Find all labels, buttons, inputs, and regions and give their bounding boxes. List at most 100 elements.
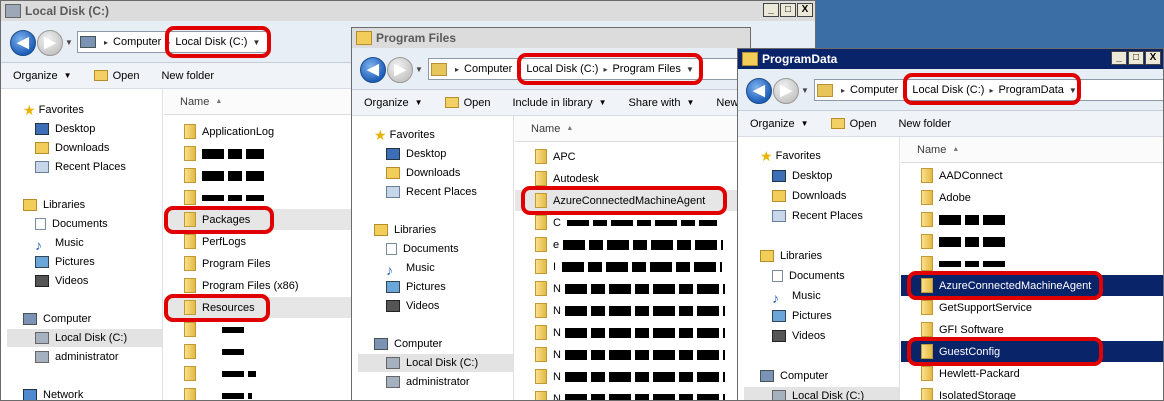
nav-downloads[interactable]: Downloads [386, 164, 460, 182]
nav-pictures[interactable]: Pictures [386, 278, 446, 296]
nav-music[interactable]: ♪ Music [35, 234, 84, 253]
new-folder-button[interactable]: New folder [161, 70, 214, 82]
file-row[interactable]: APC [515, 146, 750, 167]
open-button[interactable]: Open [444, 97, 490, 109]
file-row-redacted[interactable] [901, 231, 1163, 252]
history-dropdown-icon[interactable]: ▼ [65, 38, 73, 47]
file-row-redacted[interactable] [901, 209, 1163, 230]
file-row[interactable]: AADConnect [901, 165, 1163, 186]
back-arrow-icon[interactable]: ◀ [360, 57, 386, 83]
history-dropdown-icon[interactable]: ▼ [801, 86, 809, 95]
nav-documents[interactable]: Documents [35, 215, 108, 233]
nav-local-disk[interactable]: Local Disk (C:) [744, 387, 899, 400]
file-row-redacted[interactable]: N [515, 344, 750, 365]
file-row[interactable]: Hewlett-Packard [901, 363, 1163, 384]
redaction-mark [564, 305, 725, 316]
minimize-button[interactable]: _ [1111, 51, 1127, 65]
videos-icon [35, 275, 49, 287]
nav-administrator[interactable]: administrator [35, 348, 119, 366]
nav-recent-places[interactable]: Recent Places [35, 158, 126, 176]
nav-recent-places[interactable]: Recent Places [772, 207, 863, 225]
title-bar[interactable]: Local Disk (C:) _ □ X [1, 1, 815, 21]
back-arrow-icon[interactable]: ◀ [746, 78, 772, 104]
breadcrumb-computer[interactable]: Computer [464, 63, 512, 75]
nav-local-disk[interactable]: Local Disk (C:) [358, 354, 513, 372]
nav-administrator[interactable]: administrator [386, 373, 470, 391]
title-bar[interactable]: Program Files [352, 28, 750, 48]
forward-arrow-icon[interactable]: ▶ [773, 78, 799, 104]
nav-music[interactable]: ♪ Music [772, 287, 821, 306]
new-folder-button[interactable]: New [716, 97, 738, 109]
nav-favorites[interactable]: ★ Favorites [760, 147, 821, 165]
organize-button[interactable]: Organize ▼ [364, 97, 423, 109]
nav-computer[interactable]: Computer [374, 335, 442, 353]
back-arrow-icon[interactable]: ◀ [10, 30, 36, 56]
close-button[interactable]: X [797, 3, 813, 17]
breadcrumb-computer[interactable]: Computer [113, 36, 161, 48]
redaction-mark [202, 148, 264, 159]
nav-downloads[interactable]: Downloads [35, 139, 109, 157]
nav-local-disk[interactable]: Local Disk (C:) [7, 329, 162, 347]
nav-computer[interactable]: Computer [23, 310, 91, 328]
file-row[interactable]: GetSupportService [901, 297, 1163, 318]
redaction-mark [202, 194, 264, 201]
file-row[interactable]: IsolatedStorage [901, 385, 1163, 400]
nav-videos[interactable]: Videos [772, 327, 825, 345]
address-row: ◀ ▶ ▼ ▸ Computer ▸ Local Disk (C:) ▸ Pro… [738, 69, 1163, 111]
share-with-button[interactable]: Share with ▼ [629, 97, 695, 109]
open-button[interactable]: Open [93, 70, 139, 82]
nav-downloads[interactable]: Downloads [772, 187, 846, 205]
highlight-box [521, 186, 727, 215]
maximize-button[interactable]: □ [1128, 51, 1144, 65]
nav-videos[interactable]: Videos [386, 297, 439, 315]
nav-documents[interactable]: Documents [772, 267, 845, 285]
column-header-name[interactable]: Name ▲ [515, 116, 750, 142]
file-row-redacted[interactable]: N [515, 388, 750, 400]
nav-computer[interactable]: Computer [760, 367, 828, 385]
minimize-button[interactable]: _ [763, 3, 779, 17]
nav-desktop[interactable]: Desktop [35, 120, 95, 138]
videos-icon [386, 300, 400, 312]
nav-favorites[interactable]: ★ Favorites [374, 126, 435, 144]
file-row-redacted[interactable]: N [515, 278, 750, 299]
history-dropdown-icon[interactable]: ▼ [415, 65, 423, 74]
nav-libraries[interactable]: Libraries [23, 196, 85, 214]
column-header-name[interactable]: Name ▲ [901, 137, 1163, 163]
file-row-redacted[interactable]: N [515, 300, 750, 321]
folder-icon [921, 168, 933, 183]
organize-button[interactable]: Organize ▼ [13, 70, 72, 82]
file-row-redacted[interactable]: e [515, 234, 750, 255]
forward-arrow-icon[interactable]: ▶ [387, 57, 413, 83]
folder-icon [184, 278, 196, 293]
nav-pictures[interactable]: Pictures [772, 307, 832, 325]
nav-videos[interactable]: Videos [35, 272, 88, 290]
nav-libraries[interactable]: Libraries [374, 221, 436, 239]
nav-recent-places[interactable]: Recent Places [386, 183, 477, 201]
nav-favorites[interactable]: ★ Favorites [23, 101, 84, 119]
file-row-redacted[interactable]: N [515, 366, 750, 387]
file-row-redacted[interactable]: C [515, 212, 750, 233]
new-folder-button[interactable]: New folder [898, 118, 951, 130]
computer-icon [23, 313, 37, 325]
open-button[interactable]: Open [830, 118, 876, 130]
nav-network[interactable]: Network [23, 386, 83, 400]
file-row-redacted[interactable]: N [515, 322, 750, 343]
forward-arrow-icon[interactable]: ▶ [37, 30, 63, 56]
breadcrumb-separator: ▸ [104, 37, 109, 47]
nav-desktop[interactable]: Desktop [386, 145, 446, 163]
maximize-button[interactable]: □ [780, 3, 796, 17]
nav-documents[interactable]: Documents [386, 240, 459, 258]
file-row[interactable]: Adobe [901, 187, 1163, 208]
include-in-library-button[interactable]: Include in library ▼ [512, 97, 606, 109]
downloads-folder-icon [772, 190, 786, 202]
breadcrumb-computer[interactable]: Computer [850, 84, 898, 96]
nav-desktop[interactable]: Desktop [772, 167, 832, 185]
nav-music[interactable]: ♪ Music [386, 259, 435, 278]
nav-pictures[interactable]: Pictures [35, 253, 95, 271]
organize-button[interactable]: Organize ▼ [750, 118, 809, 130]
file-row-redacted[interactable]: I [515, 256, 750, 277]
folder-icon [535, 149, 547, 164]
title-bar[interactable]: ProgramData _ □ X [738, 49, 1163, 69]
nav-libraries[interactable]: Libraries [760, 247, 822, 265]
close-button[interactable]: X [1145, 51, 1161, 65]
